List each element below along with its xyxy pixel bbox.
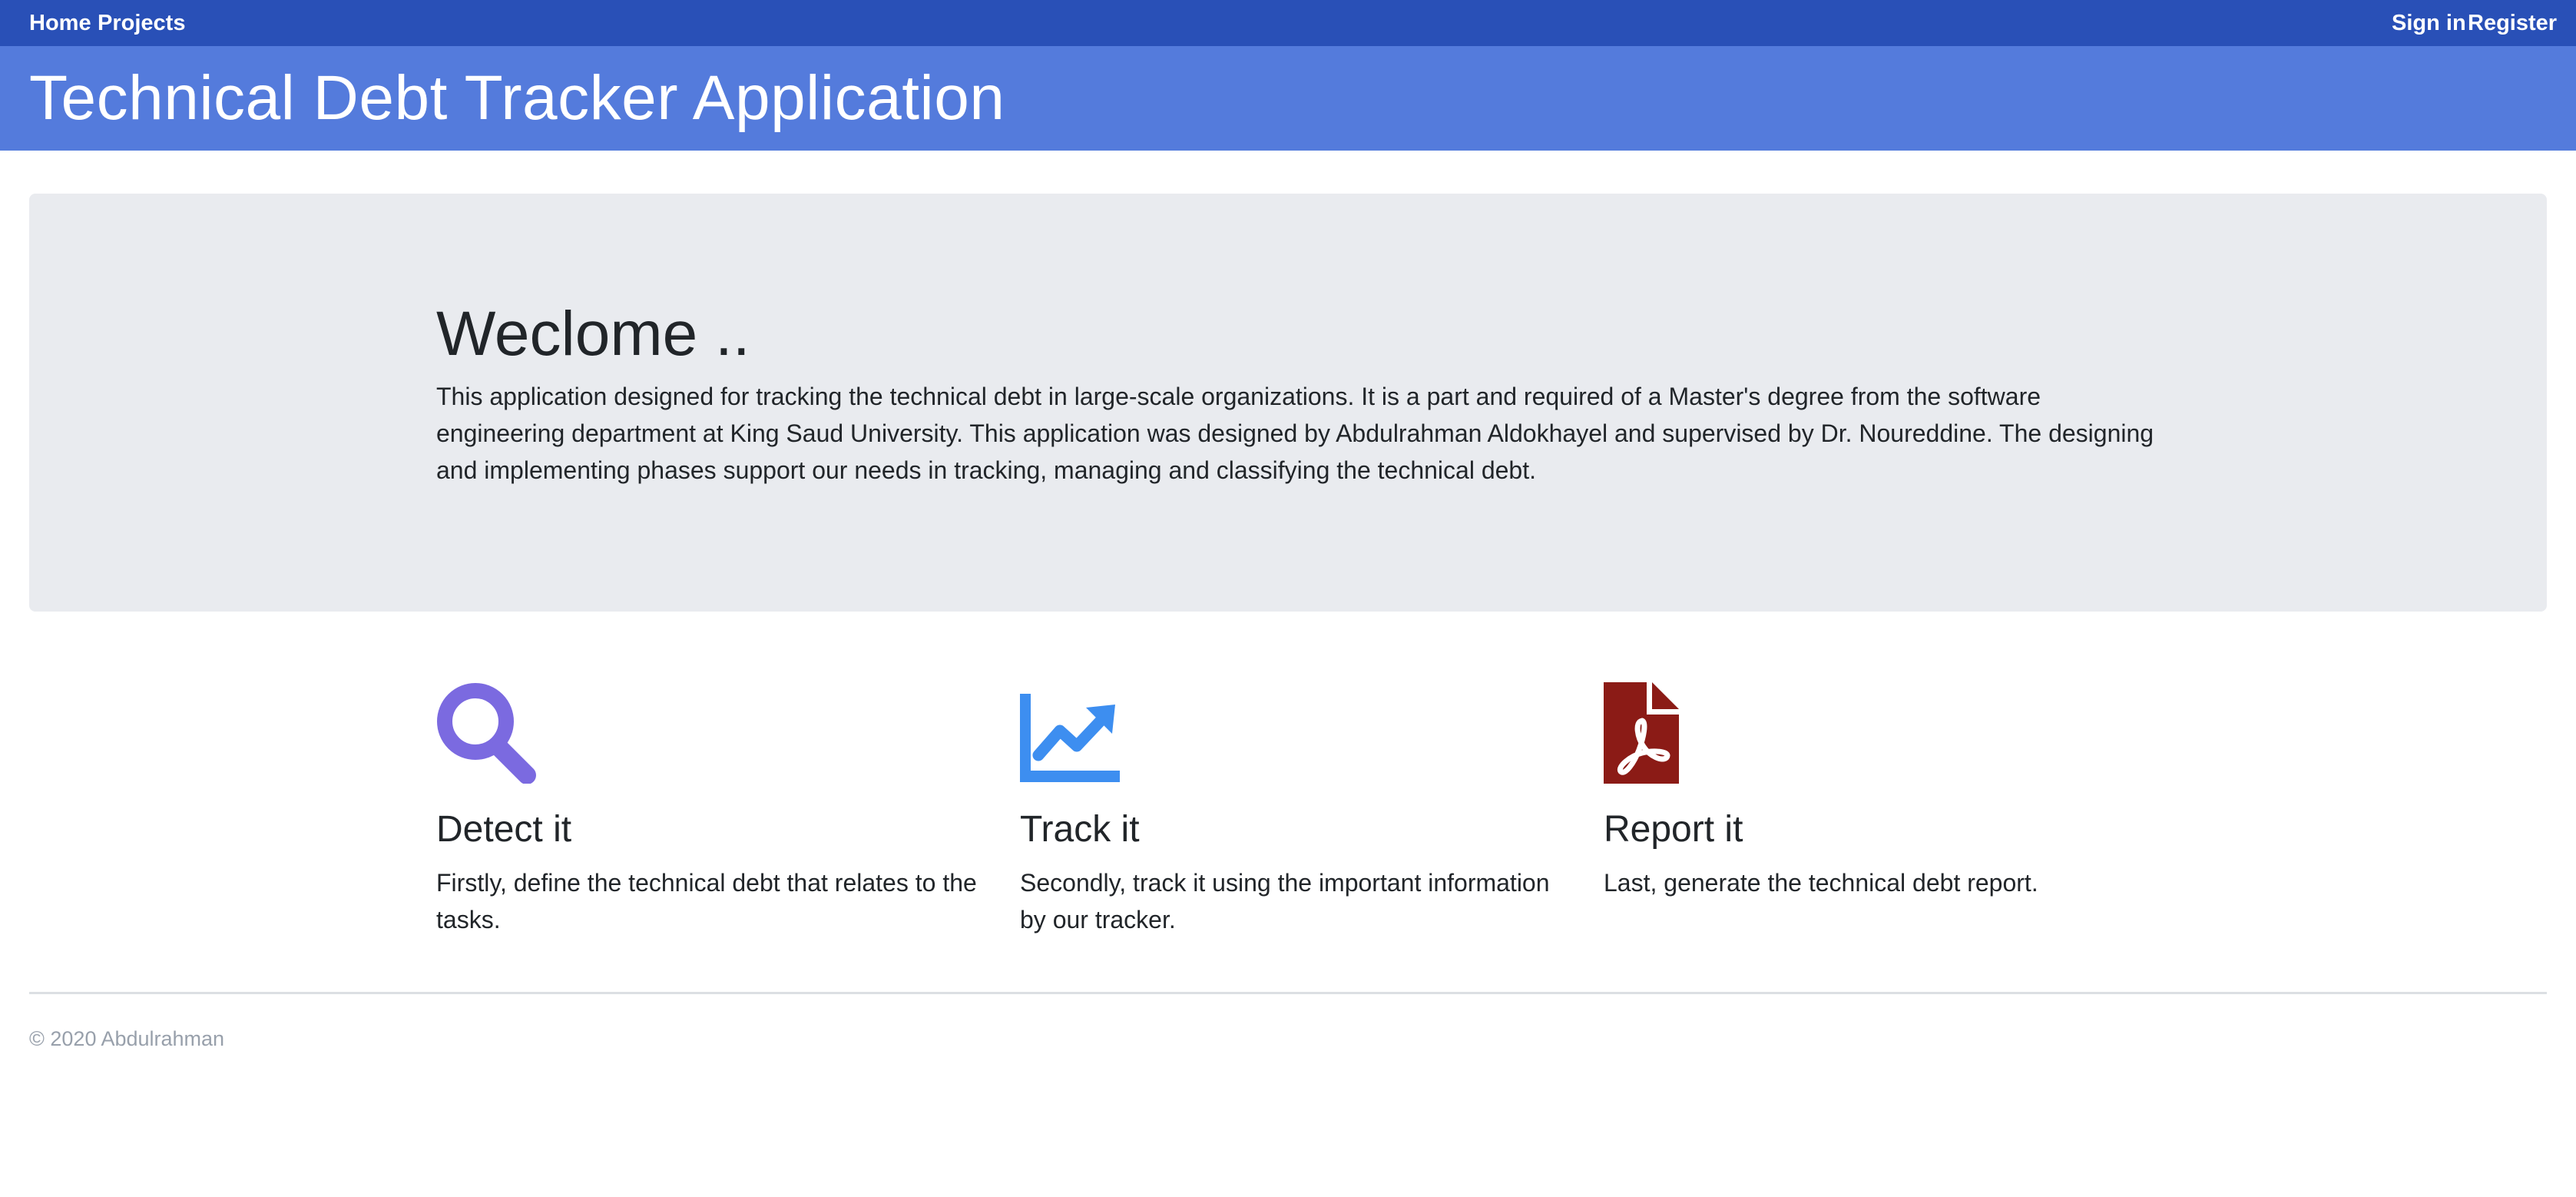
- feature-track-title: Track it: [1020, 809, 1140, 850]
- top-navbar: Home Projects Sign in Register: [0, 0, 2576, 46]
- nav-home-link[interactable]: Home: [29, 10, 91, 36]
- feature-track-text: Secondly, track it using the important i…: [1020, 869, 1550, 933]
- nav-projects-link[interactable]: Projects: [98, 10, 185, 36]
- search-icon: [436, 682, 536, 788]
- feature-report-title: Report it: [1604, 809, 1743, 850]
- welcome-jumbotron: Weclome .. This application designed for…: [29, 194, 2547, 612]
- feature-report-text: Last, generate the technical debt report…: [1604, 869, 2038, 897]
- feature-detect-title: Detect it: [436, 809, 572, 850]
- welcome-description: This application designed for tracking t…: [436, 383, 2154, 484]
- nav-register-link[interactable]: Register: [2468, 10, 2557, 36]
- chart-line-icon: [1020, 682, 1121, 788]
- welcome-heading: Weclome ..: [436, 299, 750, 369]
- header-banner: Technical Debt Tracker Application: [0, 46, 2576, 151]
- nav-sign-in-link[interactable]: Sign in: [2392, 10, 2466, 36]
- footer-copyright: © 2020 Abdulrahman: [29, 1027, 225, 1050]
- feature-detect-text: Firstly, define the technical debt that …: [436, 869, 977, 933]
- footer-divider: [29, 992, 2547, 994]
- page-title: Technical Debt Tracker Application: [29, 63, 1005, 133]
- pdf-file-icon: [1604, 682, 1679, 788]
